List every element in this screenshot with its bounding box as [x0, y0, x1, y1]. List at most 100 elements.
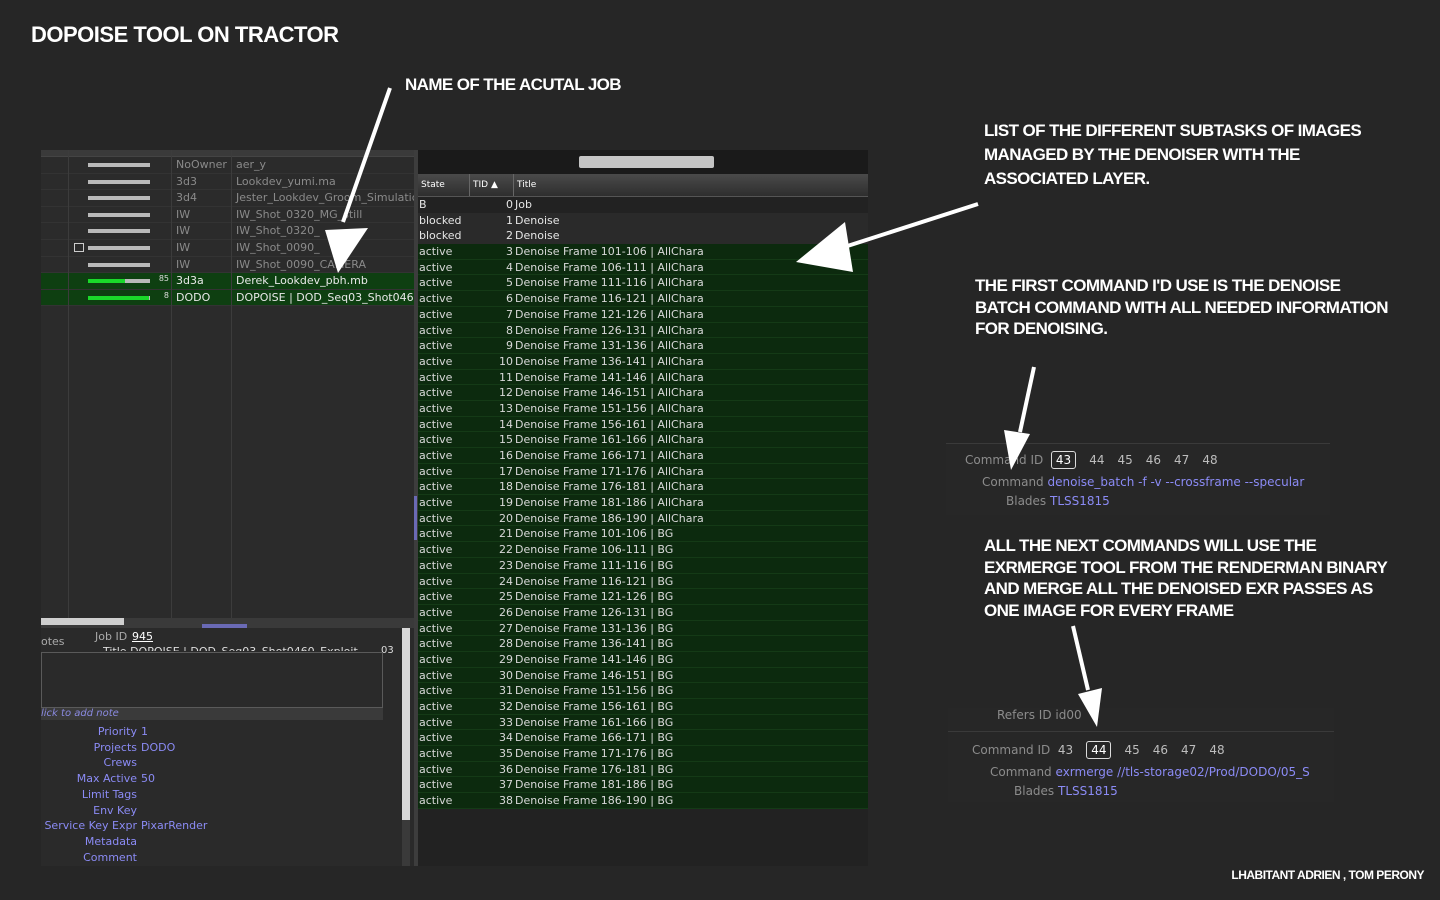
task-row[interactable]: active 16 Denoise Frame 166-171 | AllChara: [418, 448, 868, 464]
command-id-47[interactable]: 47: [1174, 453, 1189, 467]
command-id-48[interactable]: 48: [1209, 743, 1224, 757]
note-icon[interactable]: [74, 242, 84, 252]
task-table-header: State TID ▲ Title: [418, 174, 868, 197]
command-id-46[interactable]: 46: [1153, 743, 1168, 757]
task-row[interactable]: active 6 Denoise Frame 116-121 | AllChara: [418, 291, 868, 307]
command-id-44[interactable]: 44: [1086, 741, 1112, 759]
task-row[interactable]: active 36 Denoise Frame 176-181 | BG: [418, 761, 868, 778]
command-id-45[interactable]: 45: [1117, 453, 1132, 467]
property-value[interactable]: 1: [141, 724, 148, 739]
column-header-state[interactable]: State: [418, 174, 470, 196]
task-state: active: [419, 339, 453, 353]
task-row[interactable]: active 37 Denoise Frame 181-186 | BG: [418, 777, 868, 794]
task-title: Denoise Frame 121-126 | BG: [515, 590, 674, 604]
command-value: denoise_batch -f -v --crossframe --specu…: [1047, 475, 1305, 489]
command-id-43[interactable]: 43: [1050, 451, 1077, 469]
separator: [948, 731, 1334, 732]
task-row[interactable]: active 12 Denoise Frame 146-151 | AllChara: [418, 385, 868, 401]
command-id-43[interactable]: 43: [1058, 743, 1073, 757]
task-row[interactable]: active 15 Denoise Frame 161-166 | AllChara: [418, 432, 868, 448]
job-row[interactable]: IW IW_Shot_0320_MG_still: [41, 207, 415, 224]
job-row[interactable]: IW IW_Shot_0320_: [41, 223, 415, 240]
command-id-47[interactable]: 47: [1181, 743, 1196, 757]
job-detail-vscrollbar[interactable]: [402, 628, 410, 866]
task-row[interactable]: active 3 Denoise Frame 101-106 | AllChara: [418, 244, 868, 260]
property-value[interactable]: 50: [141, 771, 155, 786]
command-id-45[interactable]: 45: [1124, 743, 1139, 757]
task-row[interactable]: active 14 Denoise Frame 156-161 | AllChara: [418, 416, 868, 433]
column-header-title[interactable]: Title: [514, 174, 867, 196]
command-id-line: Command ID 43 44 45 46 47 48: [965, 451, 1231, 469]
task-state: active: [419, 245, 453, 259]
command-id-44[interactable]: 44: [1089, 453, 1104, 467]
task-row[interactable]: B 0 Job: [418, 197, 868, 213]
task-title: Denoise Frame 161-166 | BG: [515, 715, 674, 729]
job-title: Derek_Lookdev_pbh.mb: [236, 274, 368, 288]
task-row[interactable]: active 27 Denoise Frame 131-136 | BG: [418, 620, 868, 637]
task-row[interactable]: active 34 Denoise Frame 166-171 | BG: [418, 730, 868, 747]
task-row[interactable]: active 28 Denoise Frame 136-141 | BG: [418, 636, 868, 652]
task-row[interactable]: active 13 Denoise Frame 151-156 | AllChara: [418, 400, 868, 417]
job-row[interactable]: IW IW_Shot_0090_: [41, 240, 415, 257]
task-row[interactable]: active 19 Denoise Frame 181-186 | AllChara: [418, 495, 868, 511]
command-id-48[interactable]: 48: [1202, 453, 1217, 467]
task-row[interactable]: active 21 Denoise Frame 101-106 | BG: [418, 526, 868, 543]
task-row[interactable]: active 25 Denoise Frame 121-126 | BG: [418, 589, 868, 605]
task-row[interactable]: active 24 Denoise Frame 116-121 | BG: [418, 573, 868, 590]
task-row[interactable]: active 35 Denoise Frame 171-176 | BG: [418, 746, 868, 762]
task-row[interactable]: active 22 Denoise Frame 106-111 | BG: [418, 542, 868, 558]
job-owner: 3d3a: [176, 274, 204, 288]
job-id-link[interactable]: 945: [132, 630, 153, 643]
property-value[interactable]: DODO: [141, 740, 175, 755]
scrollbar-thumb[interactable]: [41, 618, 124, 625]
job-list-hscrollbar[interactable]: [41, 618, 415, 628]
job-row[interactable]: IW IW_Shot_0090_CAMERA: [41, 257, 415, 274]
task-title: Denoise: [515, 213, 560, 227]
annotation-job-name: NAME OF THE ACUTAL JOB: [405, 75, 622, 94]
task-title: Denoise Frame 126-131 | AllChara: [515, 323, 704, 337]
task-row[interactable]: active 5 Denoise Frame 111-116 | AllChara: [418, 275, 868, 292]
task-row[interactable]: active 23 Denoise Frame 111-116 | BG: [418, 557, 868, 574]
task-row[interactable]: active 20 Denoise Frame 186-190 | AllChara: [418, 510, 868, 527]
task-row[interactable]: active 10 Denoise Frame 136-141 | AllChara: [418, 353, 868, 370]
task-row[interactable]: active 11 Denoise Frame 141-146 | AllChara: [418, 369, 868, 386]
property-value[interactable]: PixarRender: [141, 818, 207, 833]
scrollbar-thumb[interactable]: [402, 628, 410, 820]
task-row[interactable]: active 29 Denoise Frame 141-146 | BG: [418, 651, 868, 668]
blades-value[interactable]: TLSS1815: [1050, 494, 1110, 508]
task-row[interactable]: active 17 Denoise Frame 171-176 | AllChara: [418, 463, 868, 480]
task-search-input[interactable]: [579, 156, 714, 168]
blades-value[interactable]: TLSS1815: [1058, 784, 1118, 798]
task-row[interactable]: active 18 Denoise Frame 176-181 | AllChara: [418, 479, 868, 496]
task-row[interactable]: active 9 Denoise Frame 131-136 | AllChara: [418, 338, 868, 354]
task-id: 30: [499, 668, 513, 682]
job-rows: NoOwner aer_y 3d3 Lookdev_yumi.ma 3d4 Jester_…: [41, 157, 415, 307]
task-row[interactable]: blocked 2 Denoise: [418, 228, 868, 245]
job-property: Metadata: [41, 834, 415, 849]
progress-bar: [88, 295, 150, 300]
job-row[interactable]: 8 DODO DOPOISE | DOD_Seq03_Shot0460: [41, 289, 415, 307]
job-row[interactable]: 85 3d3a Derek_Lookdev_pbh.mb: [41, 273, 415, 290]
annotation-line: BATCH COMMAND WITH ALL NEEDED INFORMATIO…: [975, 297, 1389, 317]
command-id-46[interactable]: 46: [1146, 453, 1161, 467]
property-key: Comment: [83, 850, 137, 864]
task-row[interactable]: active 38 Denoise Frame 186-190 | BG: [418, 793, 868, 809]
task-row[interactable]: active 30 Denoise Frame 146-151 | BG: [418, 667, 868, 684]
task-id: 19: [499, 496, 513, 510]
task-row[interactable]: active 8 Denoise Frame 126-131 | AllChara: [418, 322, 868, 339]
command-id-label: Command ID: [972, 743, 1051, 757]
task-row[interactable]: active 7 Denoise Frame 121-126 | AllChara: [418, 306, 868, 323]
task-row[interactable]: active 33 Denoise Frame 161-166 | BG: [418, 714, 868, 731]
notes-box[interactable]: [41, 652, 383, 708]
column-header-tid[interactable]: TID ▲: [470, 174, 514, 196]
job-row[interactable]: NoOwner aer_y: [41, 157, 415, 174]
task-row[interactable]: active 31 Denoise Frame 151-156 | BG: [418, 683, 868, 699]
task-row[interactable]: active 4 Denoise Frame 106-111 | AllChara: [418, 259, 868, 276]
task-row[interactable]: blocked 1 Denoise: [418, 212, 868, 229]
task-row[interactable]: active 32 Denoise Frame 156-161 | BG: [418, 699, 868, 715]
task-title: Denoise Frame 111-116 | AllChara: [515, 276, 704, 290]
add-note-link[interactable]: lick to add note: [41, 708, 383, 720]
job-row[interactable]: 3d3 Lookdev_yumi.ma: [41, 174, 415, 191]
task-row[interactable]: active 26 Denoise Frame 126-131 | BG: [418, 604, 868, 621]
job-row[interactable]: 3d4 Jester_Lookdev_Groom_Simulatic: [41, 190, 415, 207]
